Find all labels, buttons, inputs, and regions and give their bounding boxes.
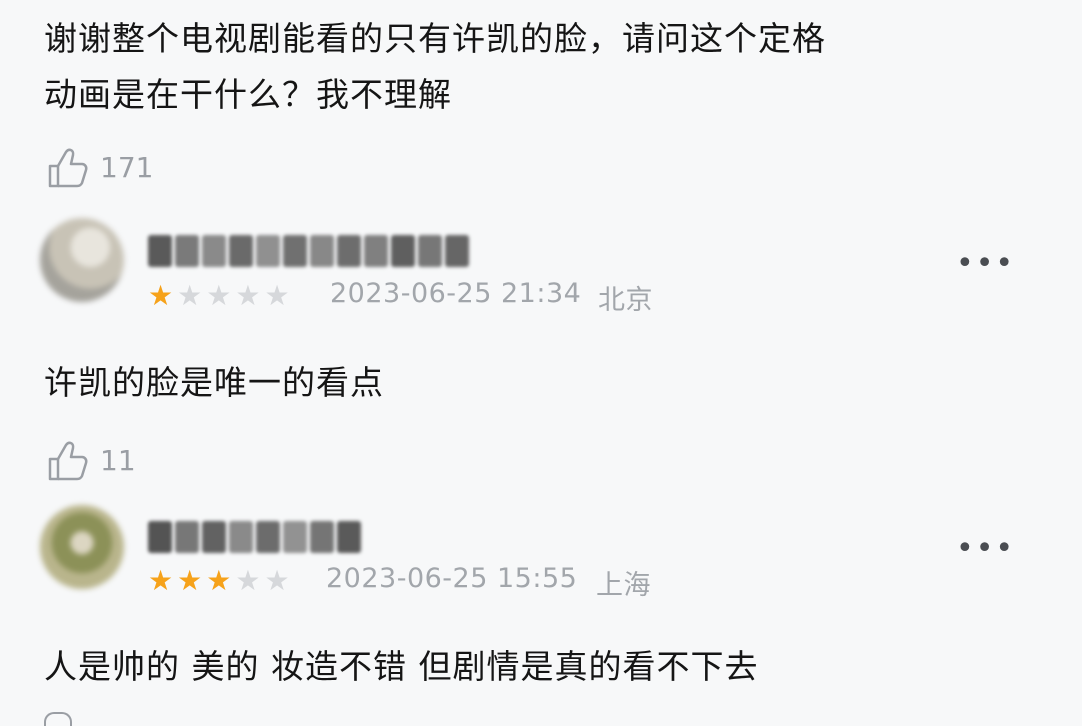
more-icon[interactable]: ••• [956, 249, 1015, 279]
like-button[interactable]: 171 [44, 144, 153, 190]
blurred-name-char [148, 235, 172, 267]
blurred-name-char [229, 521, 253, 553]
blurred-name-char [202, 521, 226, 553]
location: 上海 [596, 570, 651, 601]
star-rating: ★ ★ ★ ★ ★ [148, 565, 290, 597]
blurred-name-char [337, 235, 361, 267]
blurred-name-char [229, 235, 253, 267]
blurred-name-char [148, 521, 172, 553]
blurred-name-char [256, 235, 280, 267]
like-count: 171 [100, 150, 154, 184]
timestamp: 2023-06-25 15:55 [326, 563, 578, 594]
blurred-name-char [364, 235, 388, 267]
blurred-name-char [175, 235, 199, 267]
star-empty-icon: ★ [177, 279, 203, 312]
star-empty-icon: ★ [206, 279, 232, 312]
username-blurred[interactable] [148, 231, 469, 271]
blurred-name-char [256, 521, 280, 553]
username-blurred[interactable] [148, 517, 361, 557]
like-button[interactable]: 11 [44, 437, 136, 483]
star-empty-icon: ★ [264, 279, 290, 312]
star-empty-icon: ★ [235, 564, 261, 597]
blurred-name-char [418, 235, 442, 267]
timestamp: 2023-06-25 21:34 [330, 278, 582, 309]
blurred-name-char [175, 521, 199, 553]
more-icon[interactable]: ••• [956, 534, 1015, 564]
thumb-up-icon [44, 437, 92, 483]
star-filled-icon: ★ [148, 279, 174, 312]
star-empty-icon: ★ [264, 564, 290, 597]
blurred-name-char [283, 235, 307, 267]
blurred-name-char [337, 521, 361, 553]
comment-text: 人是帅的 美的 妆造不错 但剧情是真的看不下去 [44, 647, 759, 686]
avatar[interactable] [40, 218, 124, 302]
blurred-name-char [202, 235, 226, 267]
comment-text: 许凯的脸是唯一的看点 [44, 363, 384, 402]
comment-text-line-1: 谢谢整个电视剧能看的只有许凯的脸，请问这个定格 [44, 19, 826, 58]
blurred-name-char [310, 521, 334, 553]
star-filled-icon: ★ [206, 564, 232, 597]
star-filled-icon: ★ [177, 564, 203, 597]
blurred-name-char [391, 235, 415, 267]
thumb-up-icon [44, 144, 92, 190]
blurred-name-char [283, 521, 307, 553]
thumb-up-icon [44, 712, 72, 726]
blurred-name-char [310, 235, 334, 267]
like-count: 11 [100, 443, 136, 477]
blurred-name-char [445, 235, 469, 267]
star-rating: ★ ★ ★ ★ ★ [148, 280, 290, 312]
avatar[interactable] [40, 505, 124, 589]
location: 北京 [598, 285, 653, 316]
star-empty-icon: ★ [235, 279, 261, 312]
comment-text-line-2: 动画是在干什么？我不理解 [44, 75, 452, 114]
star-filled-icon: ★ [148, 564, 174, 597]
